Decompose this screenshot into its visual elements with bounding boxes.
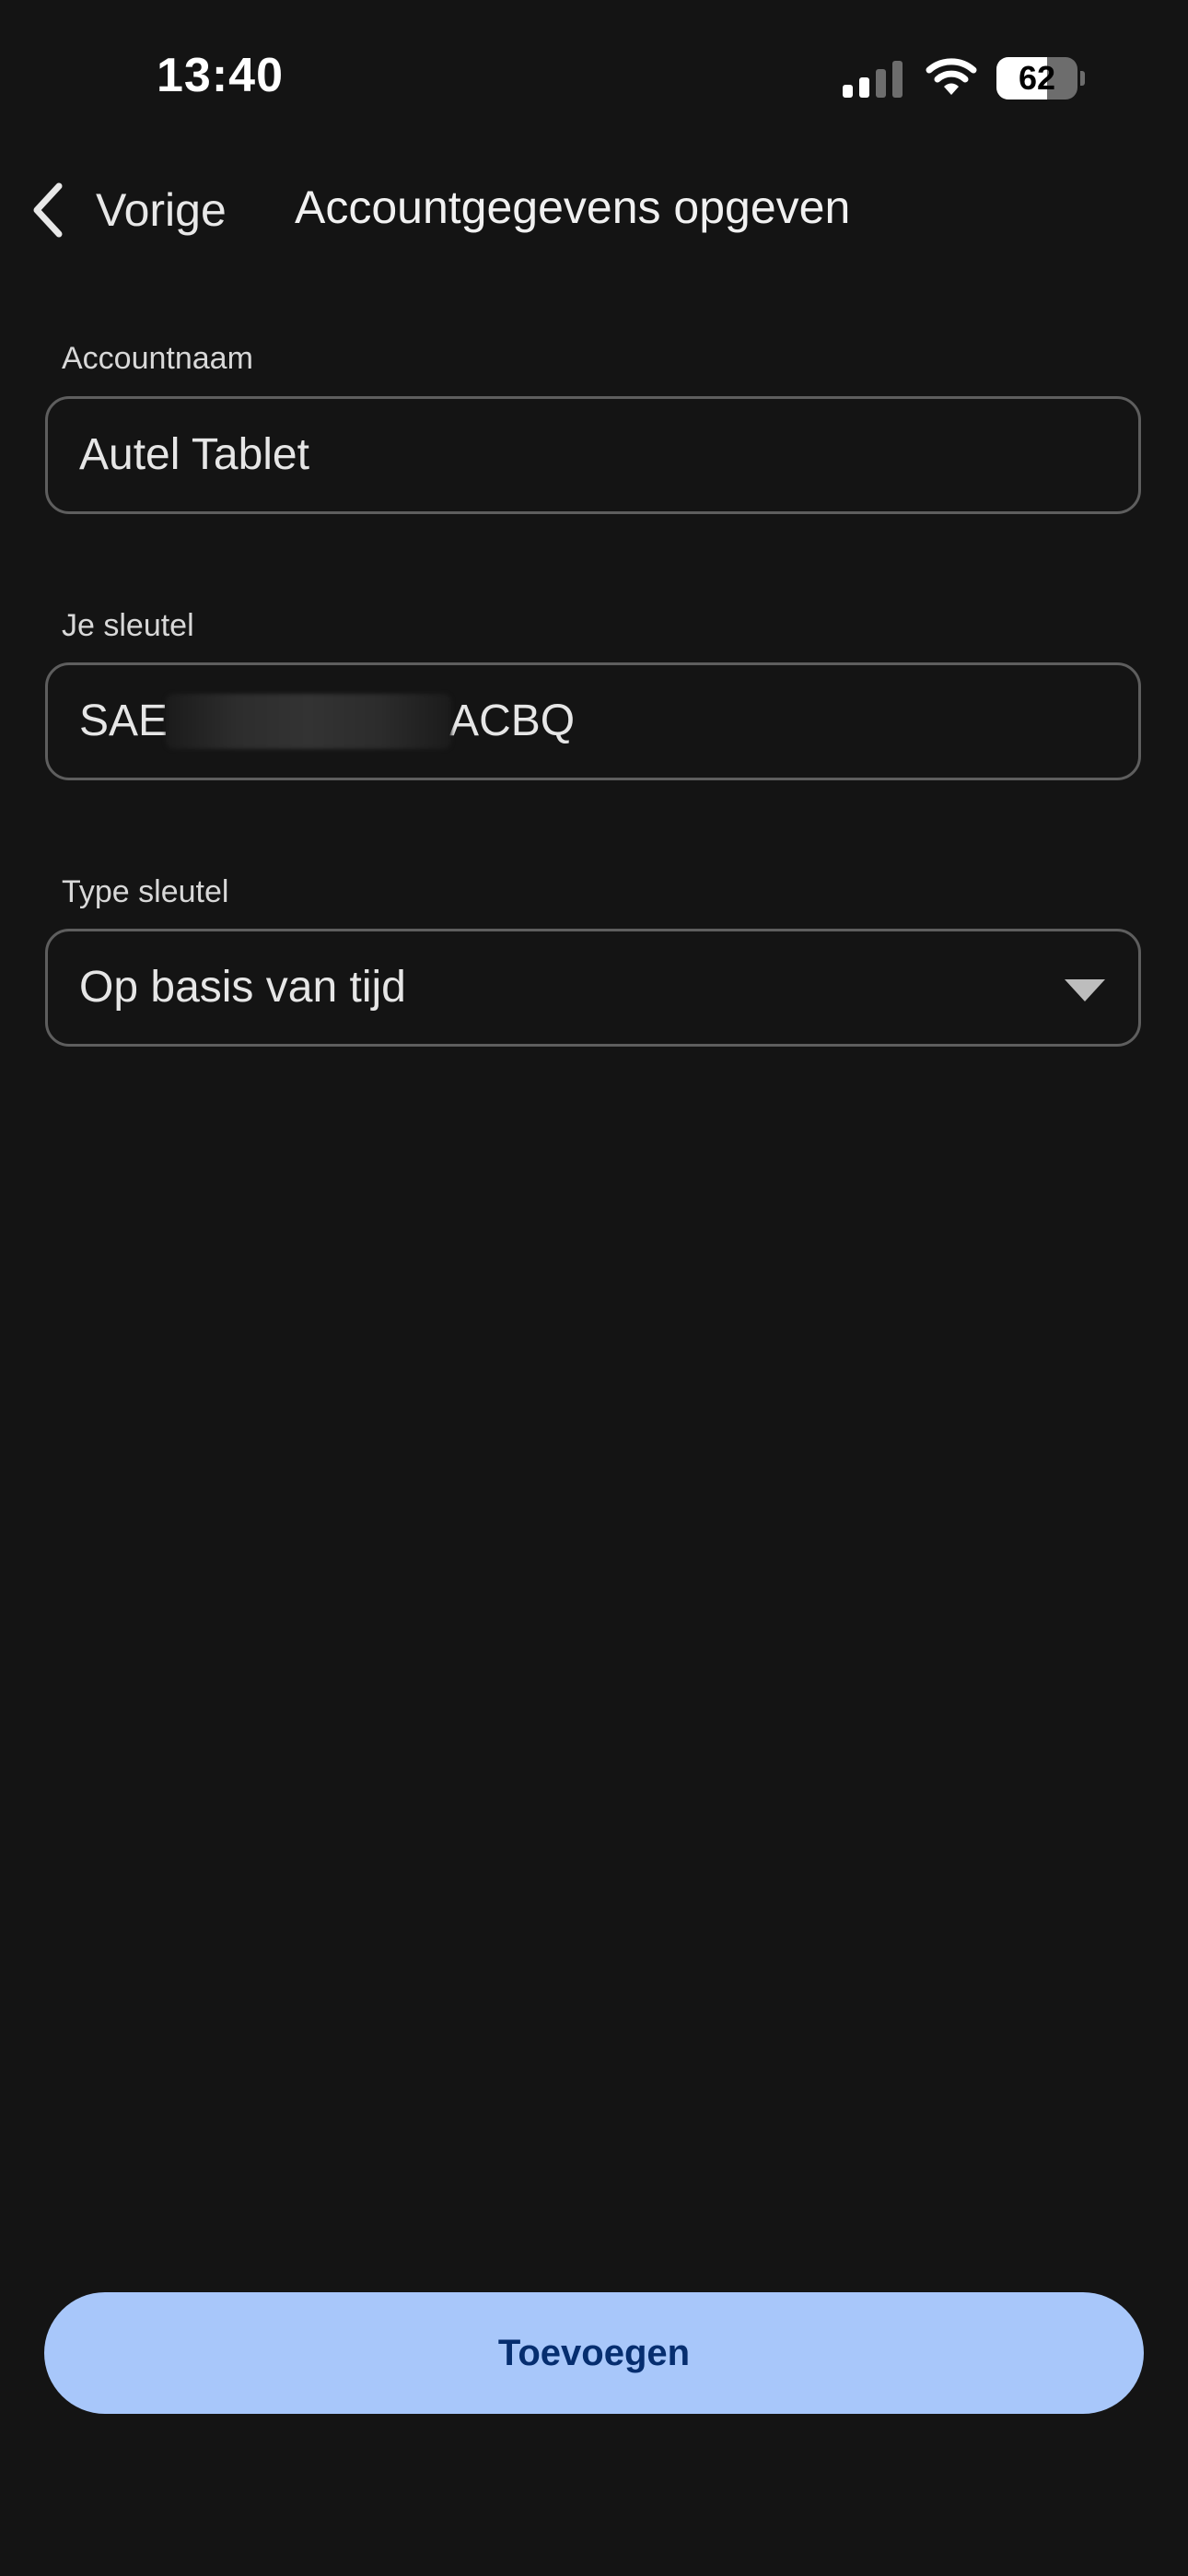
key-type-selected: Op basis van tijd xyxy=(79,963,406,1012)
battery-body: 62 xyxy=(996,57,1077,100)
key-label: Je sleutel xyxy=(62,608,194,643)
chevron-left-icon xyxy=(33,182,63,238)
battery-level: 62 xyxy=(1018,59,1056,97)
account-name-label: Accountnaam xyxy=(62,341,253,376)
battery-cap xyxy=(1080,71,1085,86)
back-label: Vorige xyxy=(96,184,227,236)
key-field[interactable]: SAE ACBQ xyxy=(45,662,1141,780)
battery-indicator: 62 xyxy=(996,57,1085,101)
key-value: SAE ACBQ xyxy=(79,665,575,778)
account-name-value: Autel Tablet xyxy=(79,430,309,479)
account-name-field[interactable]: Autel Tablet xyxy=(45,396,1141,514)
key-value-prefix: SAE xyxy=(79,697,169,745)
status-time: 13:40 xyxy=(157,49,284,102)
add-button[interactable]: Toevoegen xyxy=(44,2292,1144,2414)
key-type-dropdown[interactable]: Op basis van tijd xyxy=(45,929,1141,1047)
dropdown-arrow-icon xyxy=(1065,979,1105,1001)
redacted-key-segment xyxy=(166,694,452,749)
add-button-label: Toevoegen xyxy=(497,2332,691,2373)
wifi-icon xyxy=(926,58,977,95)
key-value-suffix: ACBQ xyxy=(449,697,576,745)
page-title: Accountgegevens opgeven xyxy=(295,181,851,233)
key-type-label: Type sleutel xyxy=(62,874,229,909)
cellular-signal-icon xyxy=(843,61,903,98)
back-button[interactable]: Vorige xyxy=(28,175,227,245)
